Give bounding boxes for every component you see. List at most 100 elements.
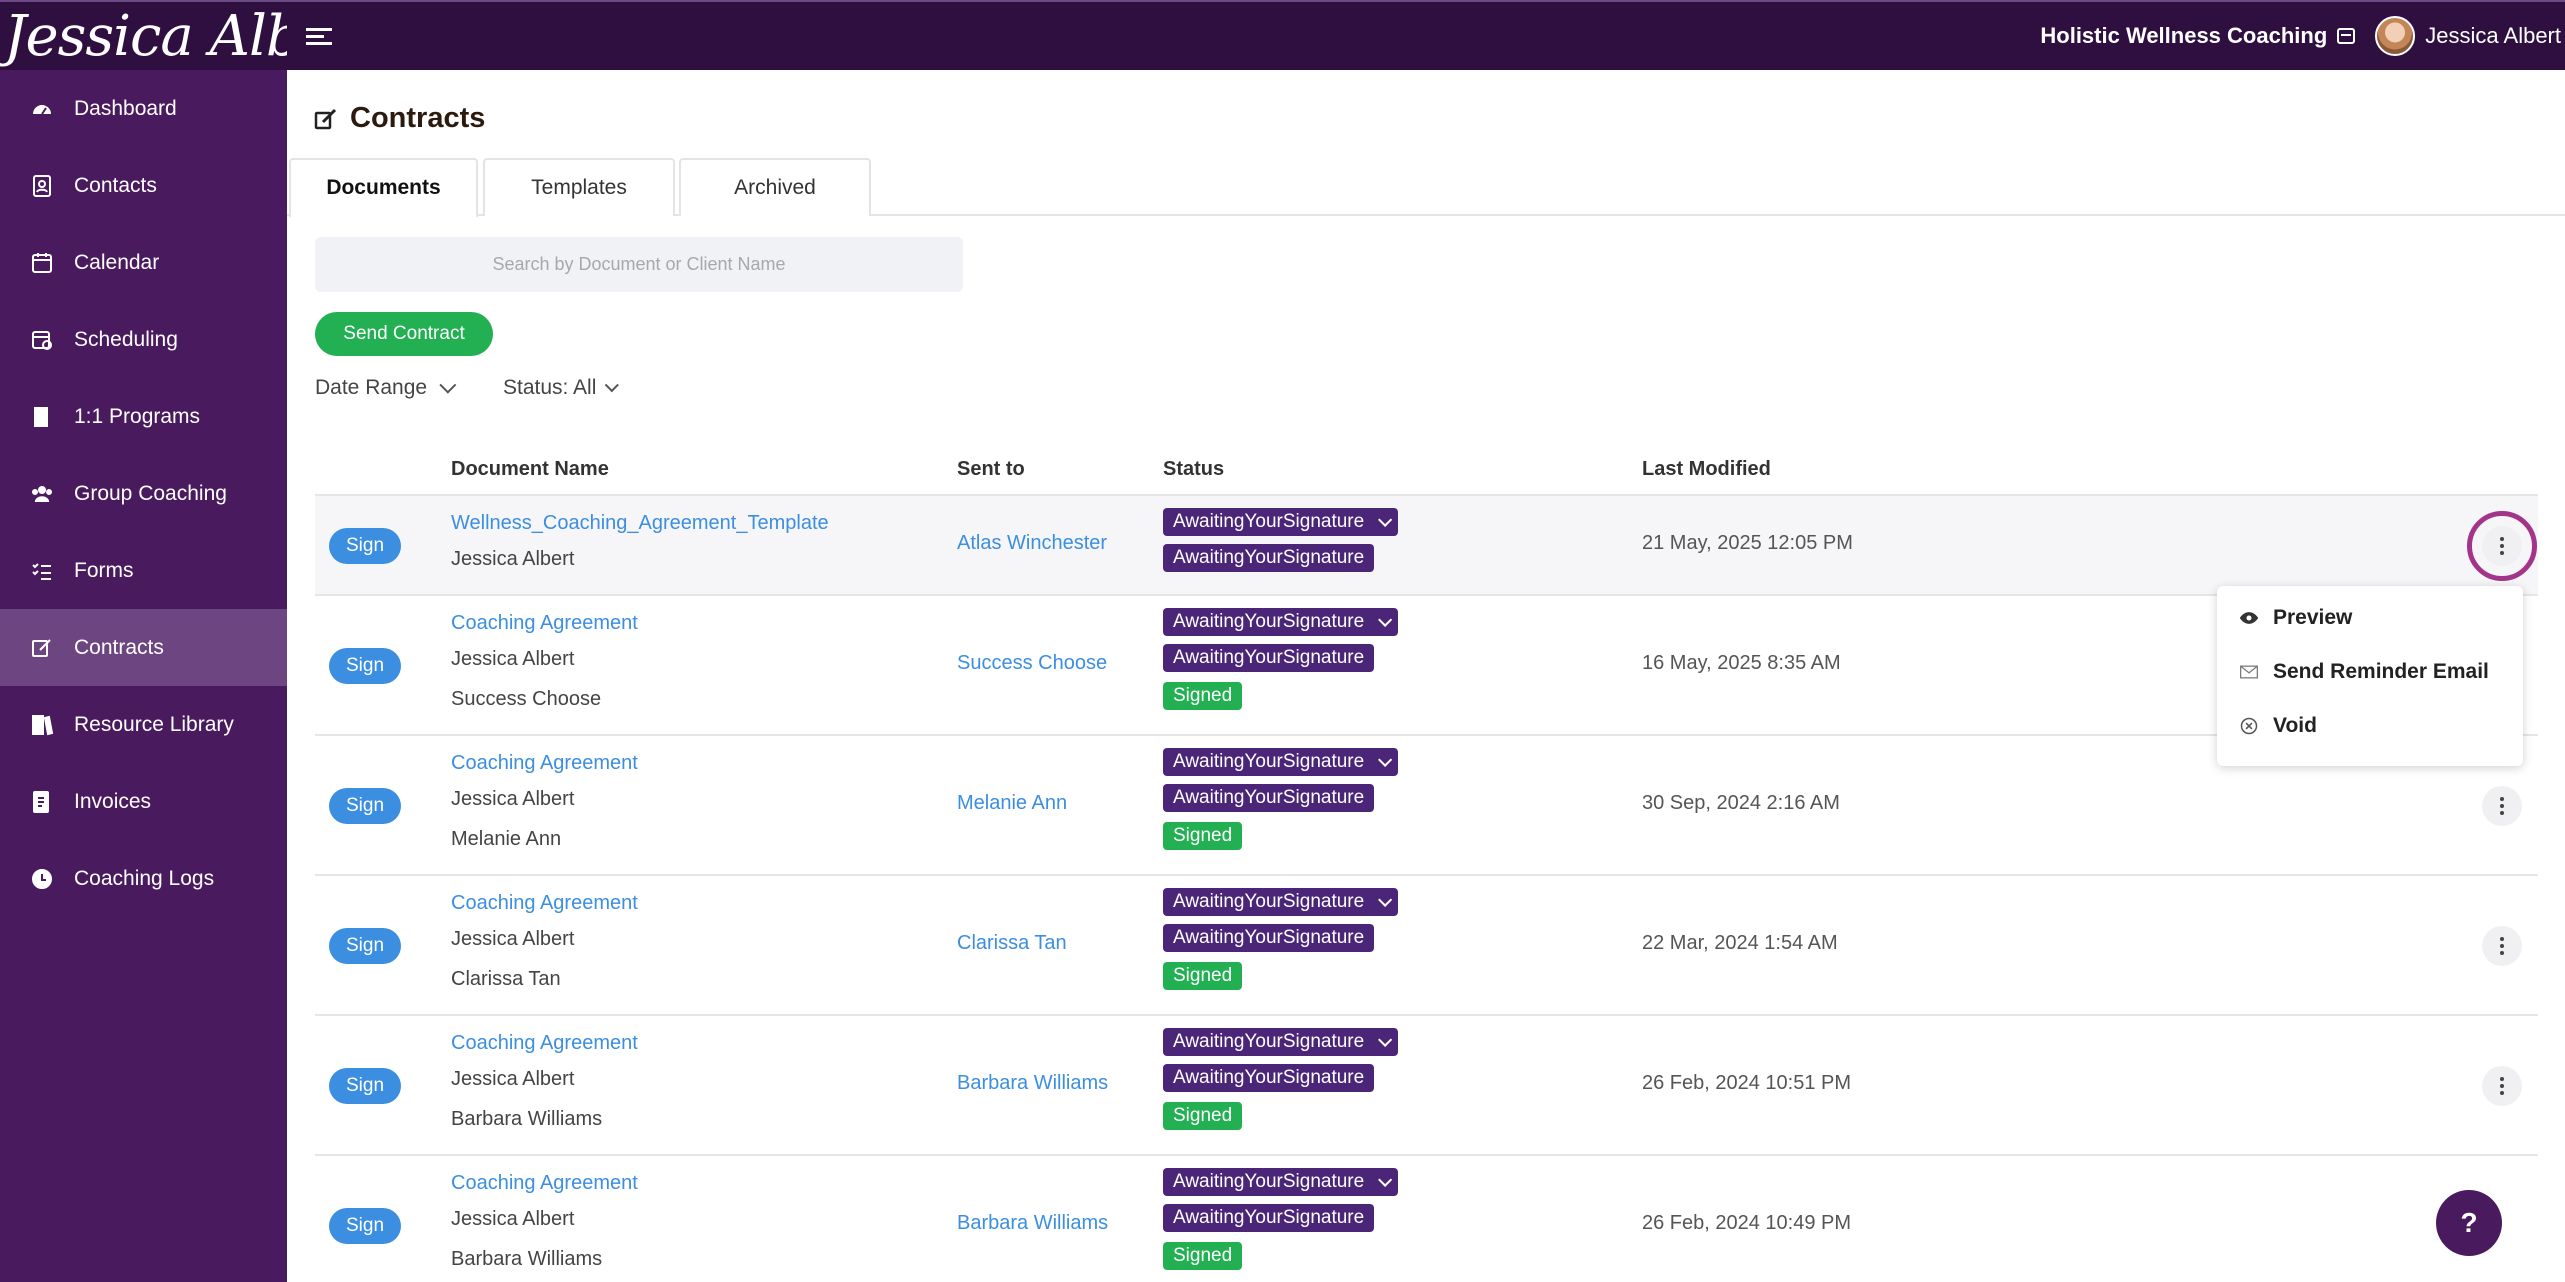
sidebar-item-group-coaching[interactable]: Group Coaching: [0, 455, 287, 532]
brand-logo[interactable]: Jessica Albert: [0, 2, 287, 70]
signature-icon: [28, 635, 56, 661]
sign-button[interactable]: Sign: [329, 928, 401, 964]
tab-archived[interactable]: Archived: [679, 158, 871, 216]
sidebar-item-calendar[interactable]: Calendar: [0, 224, 287, 301]
tab-templates[interactable]: Templates: [483, 158, 675, 216]
document-link[interactable]: Coaching Agreement: [451, 612, 638, 635]
status-badge-dropdown[interactable]: AwaitingYourSignature: [1163, 748, 1399, 776]
status-badge-dropdown[interactable]: AwaitingYourSignature: [1163, 1168, 1399, 1196]
signer-name: Jessica Albert: [451, 548, 575, 570]
sidebar: Dashboard Contacts Calendar Scheduling 1…: [0, 70, 287, 1282]
row-actions-button[interactable]: [2482, 926, 2522, 966]
tab-documents[interactable]: Documents: [289, 158, 478, 218]
table-row: Sign Coaching Agreement Jessica Albert M…: [315, 736, 2538, 876]
row-actions-button[interactable]: [2482, 1066, 2522, 1106]
status-badge: Signed: [1163, 822, 1243, 850]
status-badge: Signed: [1163, 1242, 1243, 1270]
status-badge-dropdown[interactable]: AwaitingYourSignature: [1163, 608, 1399, 636]
menu-item-preview[interactable]: Preview: [2239, 606, 2352, 630]
signer-name: Jessica Albert: [451, 928, 575, 950]
chevron-down-icon: [1378, 1032, 1393, 1047]
sign-button[interactable]: Sign: [329, 1068, 401, 1104]
sidebar-item-label: Contracts: [74, 635, 164, 659]
org-name[interactable]: Holistic Wellness Coaching: [2040, 23, 2327, 49]
last-modified: 21 May, 2025 12:05 PM: [1642, 532, 1853, 554]
table-row: Sign Wellness_Coaching_Agreement_Templat…: [315, 496, 2538, 596]
sidebar-item-label: 1:1 Programs: [74, 404, 201, 428]
sidebar-item-dashboard[interactable]: Dashboard: [0, 70, 287, 147]
briefcase-icon[interactable]: [2337, 28, 2356, 44]
help-button[interactable]: ?: [2436, 1190, 2502, 1256]
status-badge-dropdown[interactable]: AwaitingYourSignature: [1163, 1028, 1399, 1056]
menu-toggle-icon[interactable]: [306, 24, 332, 50]
contact-card-icon: [28, 173, 56, 199]
column-header-status[interactable]: Status: [1163, 458, 1224, 481]
status-badge-text: AwaitingYourSignature: [1173, 751, 1365, 772]
sidebar-item-scheduling[interactable]: Scheduling: [0, 301, 287, 378]
last-modified: 22 Mar, 2024 1:54 AM: [1642, 932, 1838, 954]
document-link[interactable]: Coaching Agreement: [451, 1032, 638, 1055]
status-badge: AwaitingYourSignature: [1163, 1204, 1375, 1232]
table-row: Sign Coaching Agreement Jessica Albert S…: [315, 596, 2538, 736]
row-actions-button[interactable]: [2482, 786, 2522, 826]
status-badge: Signed: [1163, 1102, 1243, 1130]
sent-to-link[interactable]: Barbara Williams: [957, 1212, 1108, 1235]
signer-name: Jessica Albert: [451, 788, 575, 810]
sidebar-item-label: Calendar: [74, 250, 160, 274]
table-header: Document Name Sent to Status Last Modifi…: [315, 448, 2538, 496]
signer-name: Melanie Ann: [451, 828, 562, 850]
column-header-document[interactable]: Document Name: [451, 458, 609, 481]
row-actions-button[interactable]: [2467, 511, 2537, 581]
signer-name: Success Choose: [451, 688, 602, 710]
top-right-area: Holistic Wellness Coaching Jessica Alber…: [2040, 2, 2561, 70]
status-badge-text: AwaitingYourSignature: [1173, 511, 1365, 532]
sent-to-link[interactable]: Success Choose: [957, 652, 1107, 675]
status-badge-dropdown[interactable]: AwaitingYourSignature: [1163, 508, 1399, 536]
chevron-down-icon: [1378, 612, 1393, 627]
sent-to-link[interactable]: Clarissa Tan: [957, 932, 1067, 955]
chevron-down-icon: [1378, 892, 1393, 907]
document-link[interactable]: Coaching Agreement: [451, 892, 638, 915]
sent-to-link[interactable]: Atlas Winchester: [957, 532, 1107, 555]
sidebar-item-label: Contacts: [74, 173, 157, 197]
checklist-icon: [28, 558, 56, 584]
sidebar-item-programs[interactable]: 1:1 Programs: [0, 378, 287, 455]
gauge-icon: [28, 96, 56, 122]
sidebar-item-label: Invoices: [74, 789, 152, 813]
signer-name: Jessica Albert: [451, 648, 575, 670]
page-title: Contracts: [314, 102, 485, 135]
status-badge: AwaitingYourSignature: [1163, 544, 1375, 572]
sidebar-item-resource-library[interactable]: Resource Library: [0, 686, 287, 763]
send-contract-button[interactable]: Send Contract: [315, 312, 493, 356]
page-title-text: Contracts: [350, 102, 486, 134]
sign-button[interactable]: Sign: [329, 528, 401, 564]
table-row: Sign Coaching Agreement Jessica Albert B…: [315, 1016, 2538, 1156]
sidebar-item-label: Group Coaching: [74, 481, 227, 505]
avatar[interactable]: [2375, 16, 2416, 56]
sidebar-item-contracts[interactable]: Contracts: [0, 609, 287, 686]
menu-item-send-reminder[interactable]: Send Reminder Email: [2239, 660, 2489, 684]
sent-to-link[interactable]: Barbara Williams: [957, 1072, 1108, 1095]
user-name[interactable]: Jessica Albert: [2425, 23, 2561, 49]
sign-button[interactable]: Sign: [329, 648, 401, 684]
document-link[interactable]: Wellness_Coaching_Agreement_Template: [451, 512, 829, 535]
status-filter[interactable]: Status: All: [503, 376, 620, 400]
sidebar-item-coaching-logs[interactable]: Coaching Logs: [0, 840, 287, 917]
column-header-sent-to[interactable]: Sent to: [957, 458, 1025, 481]
sent-to-link[interactable]: Melanie Ann: [957, 792, 1067, 815]
document-link[interactable]: Coaching Agreement: [451, 1172, 638, 1195]
status-badge-dropdown[interactable]: AwaitingYourSignature: [1163, 888, 1399, 916]
document-link[interactable]: Coaching Agreement: [451, 752, 638, 775]
sidebar-item-label: Coaching Logs: [74, 866, 215, 890]
sign-button[interactable]: Sign: [329, 788, 401, 824]
sidebar-item-invoices[interactable]: Invoices: [0, 763, 287, 840]
date-range-filter[interactable]: Date Range: [315, 376, 457, 400]
sign-button[interactable]: Sign: [329, 1208, 401, 1244]
column-header-last-modified[interactable]: Last Modified: [1642, 458, 1771, 481]
sidebar-item-forms[interactable]: Forms: [0, 532, 287, 609]
sidebar-item-contacts[interactable]: Contacts: [0, 147, 287, 224]
menu-item-void[interactable]: Void: [2239, 714, 2317, 738]
eye-icon: [2239, 612, 2259, 624]
last-modified: 16 May, 2025 8:35 AM: [1642, 652, 1841, 674]
search-input[interactable]: [315, 237, 963, 292]
